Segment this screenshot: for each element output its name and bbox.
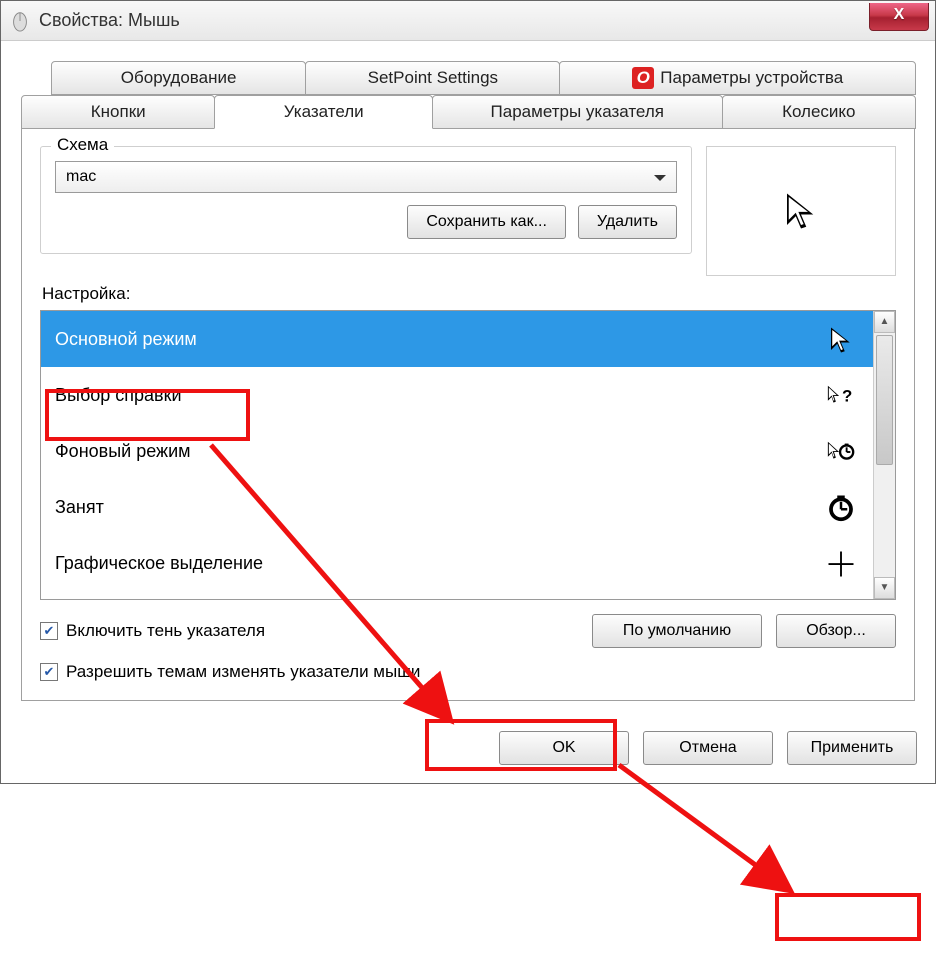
cancel-button[interactable]: Отмена	[643, 731, 773, 765]
list-item-busy[interactable]: Занят	[41, 479, 873, 535]
browse-button[interactable]: Обзор...	[776, 614, 896, 648]
list-item-normal[interactable]: Основной режим	[41, 311, 873, 367]
cursor-listbox: Основной режим Выбор справки ? Фоновый р…	[40, 310, 896, 600]
synaptics-icon: O	[632, 67, 654, 89]
tab-row-1: Оборудование SetPoint Settings O Парамет…	[51, 61, 915, 95]
cursor-arrow-icon	[780, 190, 822, 232]
tab-wheel[interactable]: Колесико	[722, 95, 916, 129]
scroll-up-button[interactable]: ▲	[874, 311, 895, 333]
mouse-icon	[9, 10, 31, 32]
shadow-label: Включить тень указателя	[66, 621, 265, 641]
list-item-working[interactable]: Фоновый режим	[41, 423, 873, 479]
scroll-down-button[interactable]: ▼	[874, 577, 895, 599]
scheme-dropdown[interactable]: mac	[55, 161, 677, 193]
save-as-button[interactable]: Сохранить как...	[407, 205, 566, 239]
listbox-scrollbar[interactable]: ▲ ▼	[873, 311, 895, 599]
themes-label: Разрешить темам изменять указатели мыши	[66, 662, 420, 682]
pointers-panel: Схема mac Сохранить как... Удалить	[21, 128, 915, 701]
dialog-footer: OK Отмена Применить	[1, 713, 935, 783]
cursor-busy-icon	[823, 490, 859, 526]
cursor-precision-icon	[823, 546, 859, 582]
svg-text:?: ?	[842, 386, 852, 405]
dialog-content: Оборудование SetPoint Settings O Парамет…	[1, 41, 935, 713]
cursor-help-icon: ?	[823, 378, 859, 414]
scheme-selected: mac	[66, 168, 96, 186]
highlight-apply-button	[775, 893, 921, 941]
mouse-properties-window: Свойства: Мышь X Оборудование SetPoint S…	[0, 0, 936, 784]
tab-row-2: Кнопки Указатели Параметры указателя Кол…	[21, 95, 915, 129]
window-title: Свойства: Мышь	[39, 10, 180, 31]
scroll-thumb[interactable]	[876, 335, 893, 465]
tab-hardware[interactable]: Оборудование	[51, 61, 306, 95]
themes-checkbox[interactable]: ✔	[40, 663, 58, 681]
tab-buttons[interactable]: Кнопки	[21, 95, 215, 129]
cursor-list-items: Основной режим Выбор справки ? Фоновый р…	[41, 311, 873, 599]
shadow-checkbox[interactable]: ✔	[40, 622, 58, 640]
tab-pointers[interactable]: Указатели	[214, 95, 432, 129]
customize-label: Настройка:	[42, 284, 896, 304]
default-button[interactable]: По умолчанию	[592, 614, 762, 648]
scheme-group: Схема mac Сохранить как... Удалить	[40, 146, 692, 254]
ok-button[interactable]: OK	[499, 731, 629, 765]
titlebar: Свойства: Мышь X	[1, 1, 935, 41]
cursor-arrow-icon	[823, 322, 859, 358]
tab-device-params[interactable]: O Параметры устройства	[559, 61, 916, 95]
apply-button[interactable]: Применить	[787, 731, 917, 765]
delete-button[interactable]: Удалить	[578, 205, 677, 239]
list-item-precision[interactable]: Графическое выделение	[41, 535, 873, 591]
close-button[interactable]: X	[869, 3, 929, 31]
scheme-label: Схема	[51, 135, 114, 155]
tab-setpoint[interactable]: SetPoint Settings	[305, 61, 560, 95]
list-item-help[interactable]: Выбор справки ?	[41, 367, 873, 423]
cursor-preview	[706, 146, 896, 276]
cursor-working-icon	[823, 434, 859, 470]
tab-pointer-options[interactable]: Параметры указателя	[432, 95, 723, 129]
